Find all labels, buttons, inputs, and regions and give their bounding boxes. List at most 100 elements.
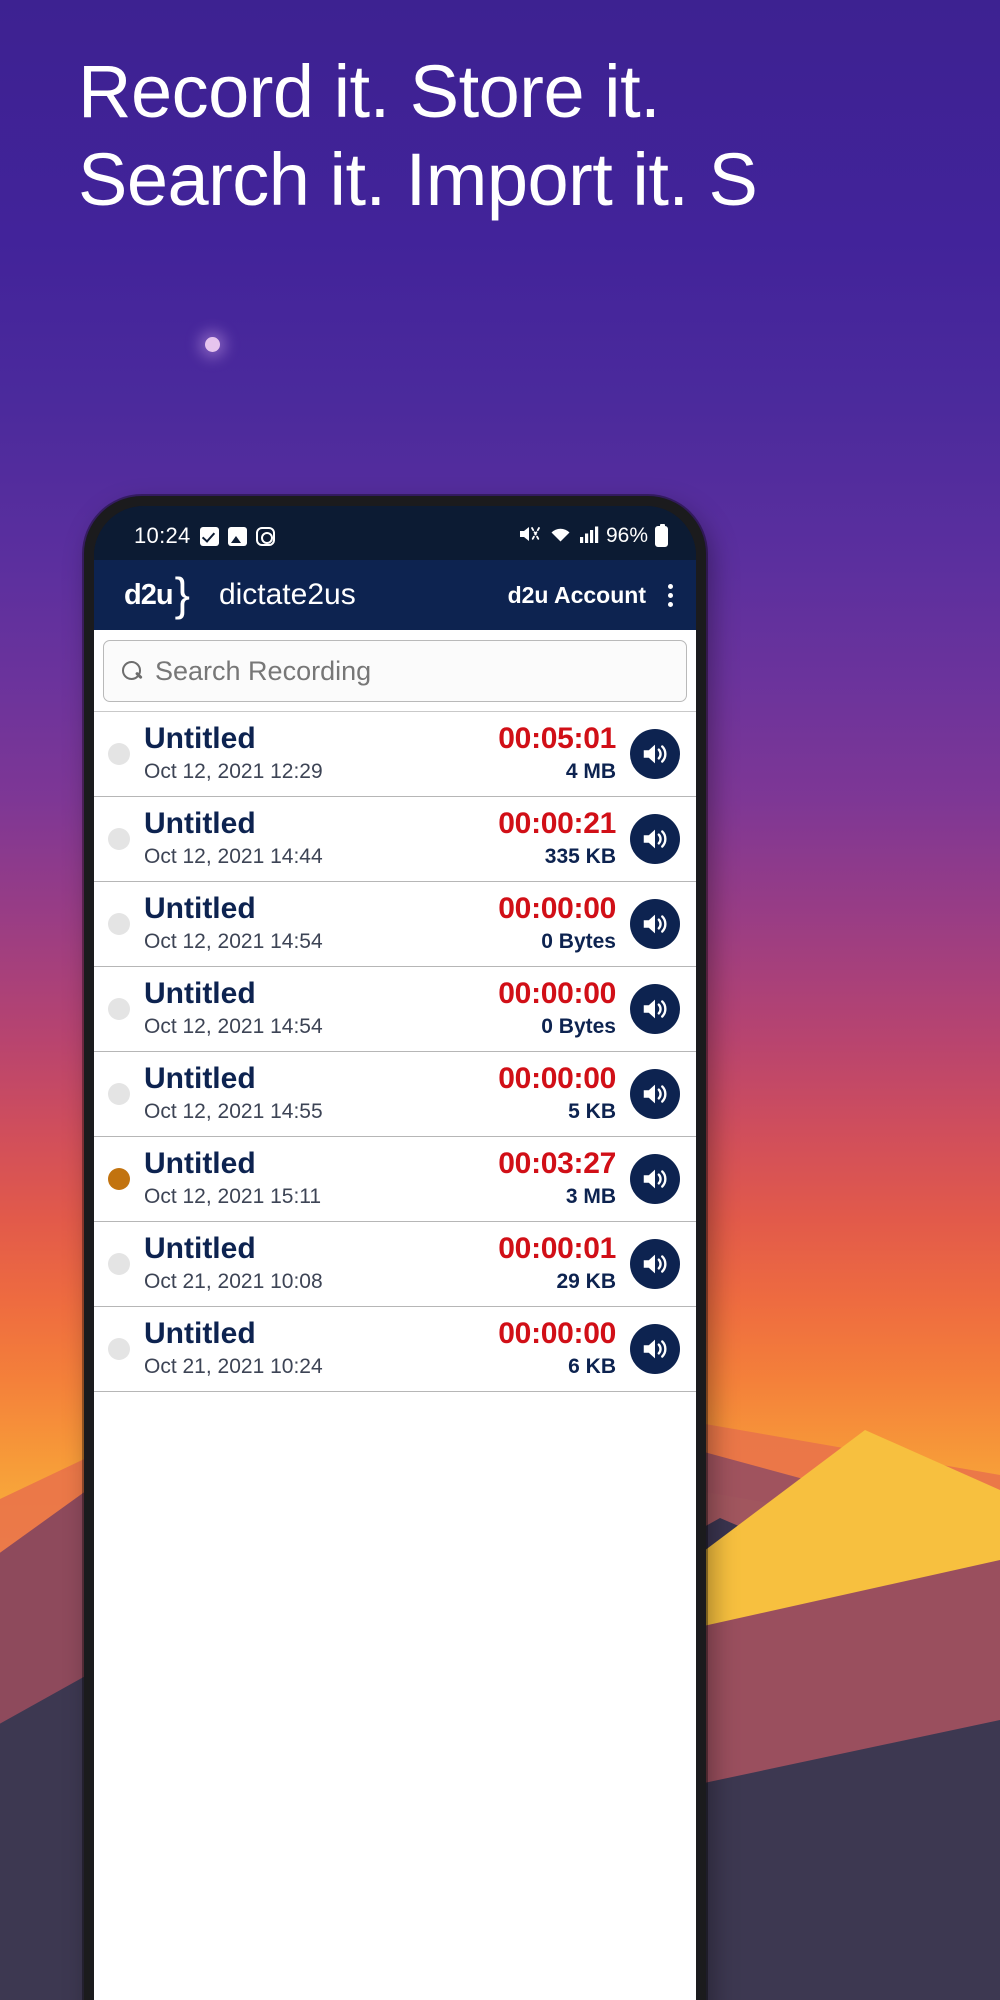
recording-duration: 00:00:00 xyxy=(498,977,616,1010)
speaker-icon[interactable] xyxy=(630,1324,680,1374)
recording-meta: 00:00:00 6 KB xyxy=(498,1317,616,1381)
status-dot xyxy=(108,998,130,1020)
recording-title: Untitled xyxy=(144,722,256,755)
status-bar-left: 10:24 xyxy=(134,523,275,549)
recording-date: Oct 12, 2021 14:54 xyxy=(144,1015,323,1038)
recording-size: 4 MB xyxy=(565,760,616,783)
status-dot xyxy=(108,913,130,935)
app-logo-brace-icon: } xyxy=(174,568,190,621)
recording-meta: 00:05:01 4 MB xyxy=(498,722,616,786)
instagram-icon xyxy=(255,526,275,546)
page-title: Record it. Store it. Search it. Import i… xyxy=(78,48,1000,224)
recording-duration: 00:00:00 xyxy=(498,892,616,925)
photo-icon xyxy=(227,526,247,546)
lens-flare-dot xyxy=(205,337,220,352)
status-dot xyxy=(108,1338,130,1360)
recording-duration: 00:03:27 xyxy=(498,1147,616,1180)
search-placeholder: Search Recording xyxy=(155,655,372,686)
recording-duration: 00:00:00 xyxy=(498,1062,616,1095)
battery-icon xyxy=(655,523,668,547)
recording-date: Oct 21, 2021 10:08 xyxy=(144,1270,323,1293)
search-icon xyxy=(122,660,143,682)
recording-date: Oct 12, 2021 12:29 xyxy=(144,760,323,783)
status-dot xyxy=(108,828,130,850)
recording-title: Untitled xyxy=(144,807,256,840)
status-bar-clock: 10:24 xyxy=(134,523,191,548)
recording-list: Untitled Oct 12, 2021 12:29 00:05:01 4 MB Un… xyxy=(94,711,696,1391)
recording-meta: 00:00:21 335 KB xyxy=(498,807,616,871)
wifi-icon xyxy=(549,524,572,548)
recording-date: Oct 12, 2021 14:55 xyxy=(144,1100,323,1123)
recording-date: Oct 12, 2021 14:44 xyxy=(144,845,323,868)
recording-row[interactable]: Untitled Oct 12, 2021 14:55 00:00:00 5 KB xyxy=(94,1051,696,1136)
recording-info: Untitled Oct 21, 2021 10:24 xyxy=(144,1317,498,1381)
recording-date: Oct 12, 2021 15:11 xyxy=(144,1185,322,1208)
recording-meta: 00:00:00 0 Bytes xyxy=(498,892,616,956)
recording-meta: 00:00:01 29 KB xyxy=(498,1232,616,1296)
recording-row[interactable]: Untitled Oct 12, 2021 14:54 00:00:00 0 Byte… xyxy=(94,881,696,966)
status-dot xyxy=(108,1083,130,1105)
recording-size: 29 KB xyxy=(556,1270,616,1293)
recording-row[interactable]: Untitled Oct 21, 2021 10:24 00:00:00 6 KB xyxy=(94,1306,696,1391)
status-dot xyxy=(108,1168,130,1190)
recording-row[interactable]: Untitled Oct 12, 2021 14:44 00:00:21 335 KB xyxy=(94,796,696,881)
recording-info: Untitled Oct 12, 2021 15:11 xyxy=(144,1147,498,1211)
recording-title: Untitled xyxy=(144,1232,256,1265)
speaker-icon[interactable] xyxy=(630,899,680,949)
recording-info: Untitled Oct 12, 2021 14:44 xyxy=(144,807,498,871)
app-title: dictate2us xyxy=(218,578,356,611)
recording-row[interactable]: Untitled Oct 21, 2021 10:08 00:00:01 29 KB xyxy=(94,1221,696,1306)
app-logo-text: d2u xyxy=(124,578,174,611)
app-bar: d2u } dictate2us d2u Account xyxy=(94,560,696,630)
speaker-icon[interactable] xyxy=(630,729,680,779)
recording-title: Untitled xyxy=(144,977,256,1010)
app-content: Search Recording Untitled Oct 12, 2021 12… xyxy=(94,630,696,2000)
recording-size: 3 MB xyxy=(565,1185,616,1208)
headline-line-1: Record it. Store it. xyxy=(78,50,661,133)
account-button[interactable]: d2u Account xyxy=(508,582,646,609)
phone-mockup: 10:24 96% d2u} dictate2us d2u Account S… xyxy=(84,496,706,2000)
recording-info: Untitled Oct 12, 2021 14:55 xyxy=(144,1062,498,1126)
status-dot xyxy=(108,1253,130,1275)
signal-icon xyxy=(579,524,599,548)
status-bar: 10:24 96% xyxy=(94,506,696,560)
recording-info: Untitled Oct 12, 2021 12:29 xyxy=(144,722,498,786)
speaker-icon[interactable] xyxy=(630,1154,680,1204)
recording-title: Untitled xyxy=(144,1317,256,1350)
recording-list-empty-area xyxy=(94,1391,696,1791)
recording-duration: 00:05:01 xyxy=(498,722,616,755)
recording-info: Untitled Oct 12, 2021 14:54 xyxy=(144,977,498,1041)
recording-meta: 00:03:27 3 MB xyxy=(498,1147,616,1211)
mute-icon xyxy=(518,524,542,548)
phone-screen: 10:24 96% d2u} dictate2us d2u Account S… xyxy=(94,506,696,2000)
recording-duration: 00:00:21 xyxy=(498,807,616,840)
recording-date: Oct 21, 2021 10:24 xyxy=(144,1355,323,1378)
recording-info: Untitled Oct 21, 2021 10:08 xyxy=(144,1232,498,1296)
headline-line-2: Search it. Import it. S xyxy=(78,138,758,221)
search-input[interactable]: Search Recording xyxy=(103,640,687,702)
recording-size: 5 KB xyxy=(568,1100,616,1123)
recording-duration: 00:00:00 xyxy=(498,1317,616,1350)
recording-info: Untitled Oct 12, 2021 14:54 xyxy=(144,892,498,956)
speaker-icon[interactable] xyxy=(630,1239,680,1289)
recording-title: Untitled xyxy=(144,1062,256,1095)
speaker-icon[interactable] xyxy=(630,814,680,864)
recording-size: 6 KB xyxy=(568,1355,616,1378)
recording-duration: 00:00:01 xyxy=(498,1232,616,1265)
search-bar-container: Search Recording xyxy=(94,630,696,711)
recording-meta: 00:00:00 0 Bytes xyxy=(498,977,616,1041)
status-bar-right: 96% xyxy=(518,523,668,548)
recording-row[interactable]: Untitled Oct 12, 2021 12:29 00:05:01 4 MB xyxy=(94,711,696,796)
recording-size: 0 Bytes xyxy=(541,930,616,953)
recording-title: Untitled xyxy=(144,892,256,925)
recording-row[interactable]: Untitled Oct 12, 2021 15:11 00:03:27 3 MB xyxy=(94,1136,696,1221)
kebab-menu-icon[interactable] xyxy=(666,583,674,607)
speaker-icon[interactable] xyxy=(630,1069,680,1119)
recording-title: Untitled xyxy=(144,1147,256,1180)
recording-row[interactable]: Untitled Oct 12, 2021 14:54 00:00:00 0 Byte… xyxy=(94,966,696,1051)
speaker-icon[interactable] xyxy=(630,984,680,1034)
recording-meta: 00:00:00 5 KB xyxy=(498,1062,616,1126)
recording-size: 335 KB xyxy=(544,845,616,868)
checkbox-icon xyxy=(199,526,219,546)
battery-percent-label: 96% xyxy=(605,524,648,547)
